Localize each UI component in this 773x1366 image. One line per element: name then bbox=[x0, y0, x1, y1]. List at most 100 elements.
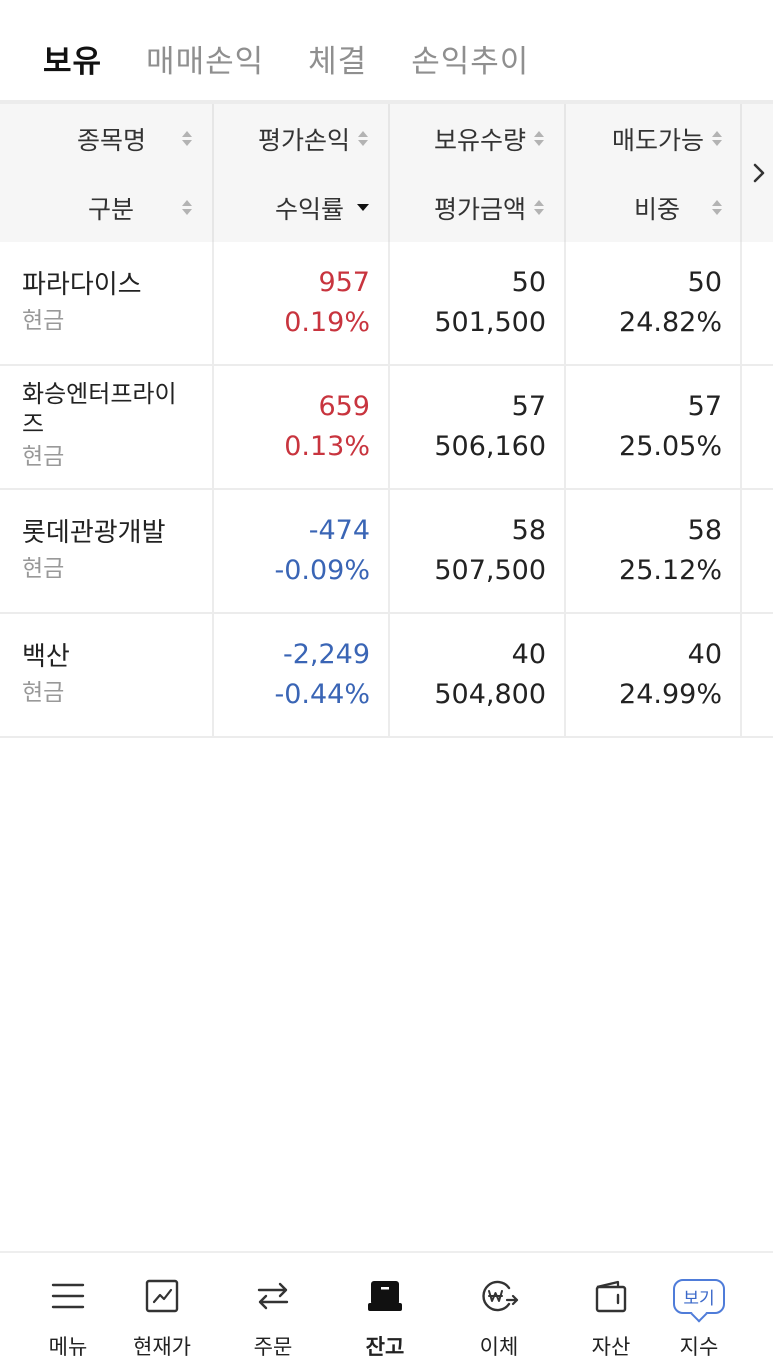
stock-name: 롯데관광개발 bbox=[22, 518, 166, 548]
pnl-cell: -474 -0.09% bbox=[214, 490, 370, 612]
header-quantity[interactable]: 보유수량 bbox=[390, 104, 564, 173]
header-stock-name[interactable]: 종목명 bbox=[0, 104, 212, 173]
nav-balance[interactable]: 잔고 bbox=[354, 1253, 416, 1366]
sort-icon bbox=[354, 131, 372, 146]
sellable: 57 bbox=[687, 391, 722, 422]
column-divider bbox=[564, 104, 566, 242]
column-divider bbox=[740, 104, 742, 242]
nav-label: 현재가 bbox=[133, 1335, 191, 1359]
tab-holdings[interactable]: 보유 bbox=[43, 0, 103, 104]
tab-pnl-trend[interactable]: 손익추이 bbox=[411, 0, 529, 104]
eval-pnl: -474 bbox=[308, 515, 370, 546]
header-weight[interactable]: 비중 bbox=[566, 173, 740, 242]
header-type[interactable]: 구분 bbox=[0, 173, 212, 242]
sellable: 50 bbox=[687, 267, 722, 298]
quantity-cell: 58 507,500 bbox=[390, 490, 546, 612]
header-label: 보유수량 bbox=[433, 125, 526, 155]
weight: 25.05% bbox=[619, 431, 722, 462]
nav-assets[interactable]: 자산 bbox=[580, 1253, 642, 1366]
header-label: 수익률 bbox=[274, 194, 344, 224]
table-row[interactable]: 파라다이스 현금 957 0.19% 50 501,500 50 24.82% bbox=[0, 242, 773, 366]
sort-desc-icon bbox=[354, 204, 372, 211]
header-label: 비중 bbox=[633, 194, 680, 224]
header-eval-amount[interactable]: 평가금액 bbox=[390, 173, 564, 242]
return-rate: -0.44% bbox=[274, 679, 370, 710]
pnl-cell: 957 0.19% bbox=[214, 242, 370, 364]
quantity: 50 bbox=[511, 267, 546, 298]
nav-label: 메뉴 bbox=[48, 1335, 88, 1359]
view-badge-icon: 보기 bbox=[673, 1275, 725, 1317]
header-label: 평가손익 bbox=[257, 125, 350, 155]
header-eval-pnl[interactable]: 평가손익 bbox=[214, 104, 388, 173]
stock-name: 파라다이스 bbox=[22, 270, 142, 300]
sort-icon bbox=[708, 131, 726, 146]
stock-name-cell: 파라다이스 현금 bbox=[22, 242, 212, 364]
column-divider bbox=[740, 614, 742, 736]
nav-index[interactable]: 보기 지수 bbox=[668, 1253, 730, 1366]
header-label: 매도가능 bbox=[611, 125, 704, 155]
column-divider bbox=[388, 104, 390, 242]
nav-menu[interactable]: 메뉴 bbox=[38, 1253, 98, 1366]
table-row[interactable]: 롯데관광개발 현금 -474 -0.09% 58 507,500 58 25.1… bbox=[0, 490, 773, 614]
return-rate: -0.09% bbox=[274, 555, 370, 586]
column-divider bbox=[740, 366, 742, 488]
scroll-right-chevron-icon[interactable] bbox=[744, 104, 773, 242]
nav-label: 잔고 bbox=[365, 1335, 405, 1359]
header-label: 구분 bbox=[87, 194, 134, 224]
column-divider bbox=[212, 104, 214, 242]
table-row[interactable]: 화승엔터프라이즈 현금 659 0.13% 57 506,160 57 25.0… bbox=[0, 366, 773, 490]
account-type: 현금 bbox=[22, 308, 65, 334]
quantity-cell: 40 504,800 bbox=[390, 614, 546, 736]
sort-icon bbox=[178, 200, 196, 215]
sellable-cell: 57 25.05% bbox=[566, 366, 722, 488]
nav-label: 주문 bbox=[253, 1335, 293, 1359]
nav-current-price[interactable]: 현재가 bbox=[126, 1253, 198, 1366]
eval-amount: 507,500 bbox=[434, 555, 546, 586]
eval-amount: 501,500 bbox=[434, 307, 546, 338]
weight: 24.99% bbox=[619, 679, 722, 710]
pnl-cell: 659 0.13% bbox=[214, 366, 370, 488]
bottom-navigation: 메뉴 현재가 주문 잔고 이체 자산 보기 지수 bbox=[0, 1251, 773, 1366]
eval-pnl: 957 bbox=[318, 267, 370, 298]
wallet-icon bbox=[594, 1275, 628, 1317]
quantity-cell: 57 506,160 bbox=[390, 366, 546, 488]
sellable-cell: 50 24.82% bbox=[566, 242, 722, 364]
nav-label: 자산 bbox=[591, 1335, 631, 1359]
eval-amount: 506,160 bbox=[434, 431, 546, 462]
header-return-rate[interactable]: 수익률 bbox=[214, 173, 388, 242]
sellable: 58 bbox=[687, 515, 722, 546]
stock-name-cell: 백산 현금 bbox=[22, 614, 212, 736]
holdings-list: 파라다이스 현금 957 0.19% 50 501,500 50 24.82% … bbox=[0, 242, 773, 738]
tab-trade-pnl[interactable]: 매매손익 bbox=[146, 0, 264, 104]
quantity: 58 bbox=[511, 515, 546, 546]
return-rate: 0.19% bbox=[284, 307, 370, 338]
header-label: 종목명 bbox=[76, 125, 146, 155]
sort-icon bbox=[530, 200, 548, 215]
stock-name: 백산 bbox=[22, 642, 70, 672]
account-type: 현금 bbox=[22, 444, 65, 470]
table-header: 종목명 평가손익 보유수량 매도가능 구분 수익률 평가금액 비중 bbox=[0, 104, 773, 242]
account-type: 현금 bbox=[22, 680, 65, 706]
table-row[interactable]: 백산 현금 -2,249 -0.44% 40 504,800 40 24.99% bbox=[0, 614, 773, 738]
return-rate: 0.13% bbox=[284, 431, 370, 462]
header-label: 평가금액 bbox=[433, 194, 526, 224]
eval-amount: 504,800 bbox=[434, 679, 546, 710]
nav-label: 이체 bbox=[479, 1335, 519, 1359]
weight: 24.82% bbox=[619, 307, 722, 338]
sort-icon bbox=[530, 131, 548, 146]
nav-transfer[interactable]: 이체 bbox=[468, 1253, 530, 1366]
pnl-cell: -2,249 -0.44% bbox=[214, 614, 370, 736]
quantity: 57 bbox=[511, 391, 546, 422]
view-badge: 보기 bbox=[673, 1278, 725, 1314]
column-divider bbox=[740, 490, 742, 612]
eval-pnl: -2,249 bbox=[282, 639, 370, 670]
tab-executions[interactable]: 체결 bbox=[308, 0, 367, 104]
stock-name-cell: 화승엔터프라이즈 현금 bbox=[22, 366, 187, 488]
eval-pnl: 659 bbox=[318, 391, 370, 422]
sellable: 40 bbox=[687, 639, 722, 670]
quantity-cell: 50 501,500 bbox=[390, 242, 546, 364]
nav-order[interactable]: 주문 bbox=[242, 1253, 304, 1366]
sort-icon bbox=[178, 131, 196, 146]
header-sellable[interactable]: 매도가능 bbox=[566, 104, 740, 173]
sellable-cell: 40 24.99% bbox=[566, 614, 722, 736]
